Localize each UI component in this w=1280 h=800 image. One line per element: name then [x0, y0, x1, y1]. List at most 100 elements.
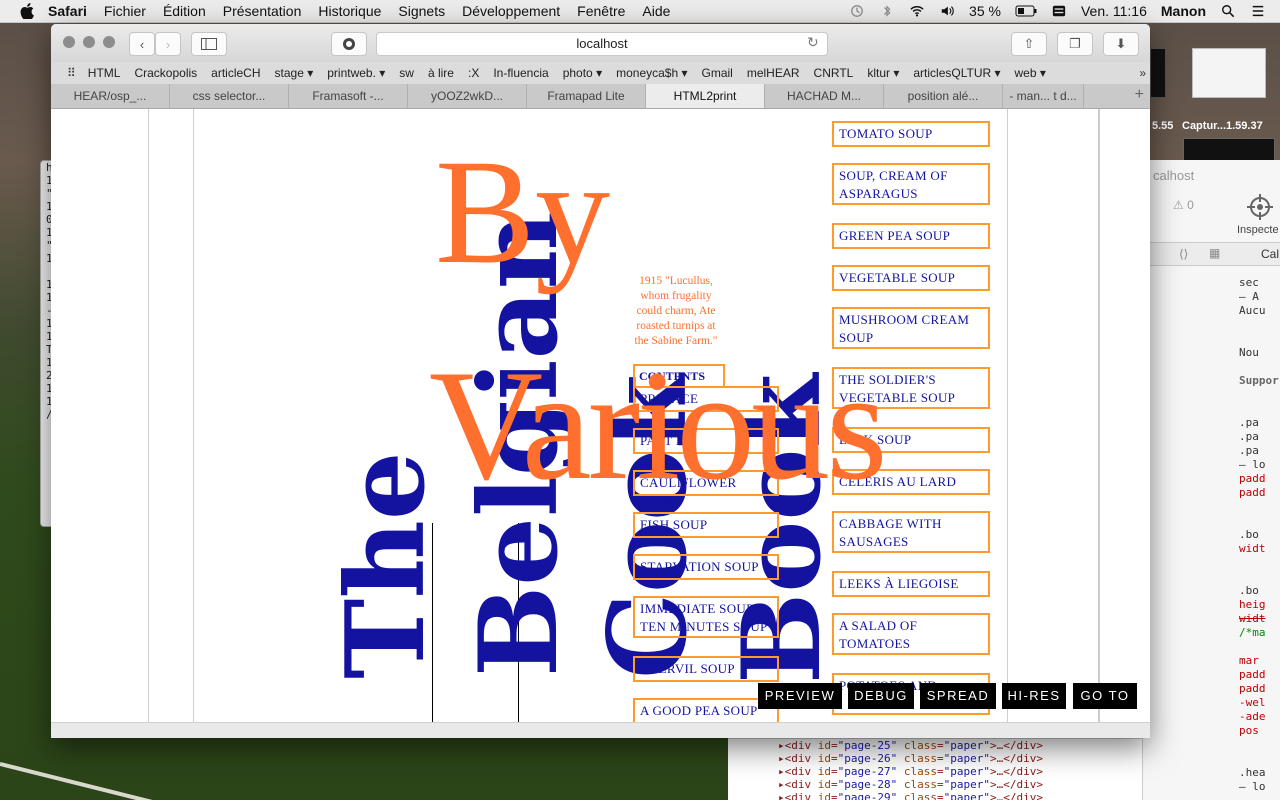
bookmark-item[interactable]: HTML [88, 66, 121, 80]
inspect-target-icon[interactable] [1245, 192, 1275, 222]
desktop-screenshot-thumbnail[interactable] [1150, 48, 1166, 98]
toc-item[interactable]: GREEN PEA SOUP [832, 223, 990, 249]
tab[interactable]: Framapad Lite [527, 84, 646, 108]
zoom-window-button[interactable] [103, 36, 115, 48]
tab[interactable]: HACHAD M... [765, 84, 884, 108]
toc-item[interactable]: LEEKS À LIEGOISE [832, 571, 990, 597]
more-bookmarks-icon[interactable]: » [1139, 66, 1146, 80]
bookmarks-bar: ⠿ HTML Crackopolis articleCH stage ▾ pri… [51, 62, 1150, 85]
style-row: /*ma [1239, 626, 1266, 639]
menu-clock[interactable]: Ven. 11:16 [1081, 3, 1147, 19]
bookmark-item[interactable]: Gmail [702, 66, 733, 80]
back-button[interactable]: ‹ [129, 32, 155, 56]
preview-button[interactable]: PREVIEW [758, 683, 842, 709]
bookmark-item[interactable]: CNRTL [814, 66, 854, 80]
minimize-window-button[interactable] [83, 36, 95, 48]
keyboard-input-icon[interactable] [1051, 4, 1067, 18]
tab-active[interactable]: HTML2print [646, 84, 765, 108]
grid-icon[interactable]: ▦ [1209, 246, 1220, 260]
desktop-screenshot-thumbnail[interactable] [1192, 48, 1266, 98]
inspector-warning-count[interactable]: ⚠ 0 [1173, 198, 1194, 212]
bookmark-item[interactable]: In-fluencia [493, 66, 548, 80]
devtools-dom-tree[interactable]: ▸<div id="page-25" class="paper">…</div>… [728, 738, 1142, 800]
tabs-overview-button[interactable]: ❐ [1057, 32, 1093, 56]
menu-signets[interactable]: Signets [398, 3, 445, 19]
horizontal-scrollbar[interactable] [51, 722, 1150, 738]
battery-icon[interactable] [1015, 4, 1037, 18]
volume-icon[interactable] [939, 4, 955, 18]
hi-res-button[interactable]: HI-RES [1002, 683, 1066, 709]
menu-edition[interactable]: Édition [163, 3, 206, 19]
toc-item[interactable]: STARVATION SOUP [633, 554, 779, 580]
toc-item[interactable]: IMMEDIATE SOUP / TEN MINUTES SOUP [633, 596, 779, 638]
dom-node-row[interactable]: ▸<div id="page-26" class="paper">…</div> [728, 752, 1142, 765]
bookmark-folder[interactable]: stage ▾ [275, 66, 314, 80]
tab[interactable]: yOOZ2wkD... [408, 84, 527, 108]
bookmark-folder[interactable]: articlesQLTUR ▾ [913, 66, 1000, 80]
go-to-button[interactable]: GO TO [1073, 683, 1137, 709]
top-sites-grid-icon[interactable]: ⠿ [67, 66, 76, 80]
time-machine-icon[interactable] [849, 4, 865, 18]
forward-button[interactable]: › [155, 32, 181, 56]
dom-node-row[interactable]: ▸<div id="page-27" class="paper">…</div> [728, 765, 1142, 778]
notification-center-icon[interactable] [1250, 4, 1266, 18]
toc-item[interactable]: TOMATO SOUP [832, 121, 990, 147]
bookmark-folder[interactable]: web ▾ [1015, 66, 1046, 80]
bookmark-folder[interactable]: kltur ▾ [867, 66, 899, 80]
various-word: Various [429, 338, 888, 513]
toc-item[interactable]: FISH SOUP [633, 512, 779, 538]
spread-button[interactable]: SPREAD [920, 683, 996, 709]
page-guide-line [148, 109, 149, 722]
toc-item[interactable]: CHERVIL SOUP [633, 656, 779, 682]
debug-button[interactable]: DEBUG [848, 683, 914, 709]
share-button[interactable]: ⇧ [1011, 32, 1047, 56]
menu-developpement[interactable]: Développement [462, 3, 560, 19]
downloads-button[interactable]: ⬇ [1103, 32, 1139, 56]
privacy-button[interactable] [331, 32, 367, 56]
menu-aide[interactable]: Aide [642, 3, 670, 19]
code-brackets-icon[interactable]: ⟨⟩ [1179, 247, 1188, 261]
reload-icon[interactable]: ↻ [807, 34, 819, 51]
toc-item[interactable]: A SALAD OF TOMATOES [832, 613, 990, 655]
apple-icon[interactable] [20, 3, 34, 19]
style-row: .bo [1239, 584, 1259, 597]
menu-presentation[interactable]: Présentation [223, 3, 302, 19]
sidebar-button[interactable] [191, 32, 227, 56]
bookmark-item[interactable]: melHEAR [747, 66, 800, 80]
bookmark-item[interactable]: sw [399, 66, 414, 80]
tab[interactable]: Framasoft -... [289, 84, 408, 108]
bookmark-item[interactable]: Crackopolis [134, 66, 197, 80]
bookmark-folder[interactable]: moneyca$h ▾ [616, 66, 687, 80]
toc-item[interactable]: VEGETABLE SOUP [832, 265, 990, 291]
new-rule-button[interactable]: Nou [1239, 346, 1259, 359]
web-inspector-panel[interactable]: calhost ⚠ 0 Inspecte ⟨⟩ ▦ Cal sec — A Au… [1142, 160, 1280, 800]
tab[interactable]: position alé... [884, 84, 1003, 108]
dom-node-row[interactable]: ▸<div id="page-29" class="paper">…</div> [728, 791, 1142, 800]
tab[interactable]: HEAR/osp_... [51, 84, 170, 108]
menu-safari[interactable]: Safari [48, 3, 87, 19]
tab[interactable]: css selector... [170, 84, 289, 108]
bluetooth-icon[interactable] [879, 4, 895, 18]
menu-fichier[interactable]: Fichier [104, 3, 146, 19]
new-tab-plus-icon[interactable]: + [1135, 86, 1144, 104]
wifi-icon[interactable] [909, 4, 925, 18]
toc-item[interactable]: CABBAGE WITH SAUSAGES [832, 511, 990, 553]
user-name[interactable]: Manon [1161, 3, 1206, 19]
tab[interactable]: - man... t d... [1003, 84, 1084, 108]
bookmark-folder[interactable]: photo ▾ [563, 66, 602, 80]
bookmark-folder[interactable]: printweb. ▾ [327, 66, 385, 80]
menu-historique[interactable]: Historique [318, 3, 381, 19]
tab-bar: HEAR/osp_... css selector... Framasoft -… [51, 84, 1150, 109]
dom-node-row[interactable]: ▸<div id="page-25" class="paper">…</div> [728, 739, 1142, 752]
bookmark-item[interactable]: à lire [428, 66, 454, 80]
bookmark-item[interactable]: articleCH [211, 66, 260, 80]
style-row: .pa [1239, 416, 1259, 429]
dom-node-row[interactable]: ▸<div id="page-28" class="paper">…</div> [728, 778, 1142, 791]
spotlight-search-icon[interactable] [1220, 4, 1236, 18]
bookmark-item[interactable]: :X [468, 66, 479, 80]
close-window-button[interactable] [63, 36, 75, 48]
computed-tab[interactable]: Cal [1261, 247, 1279, 261]
toc-item[interactable]: SOUP, CREAM OF ASPARAGUS [832, 163, 990, 205]
menu-fenetre[interactable]: Fenêtre [577, 3, 625, 19]
address-bar[interactable]: localhost [376, 32, 828, 56]
